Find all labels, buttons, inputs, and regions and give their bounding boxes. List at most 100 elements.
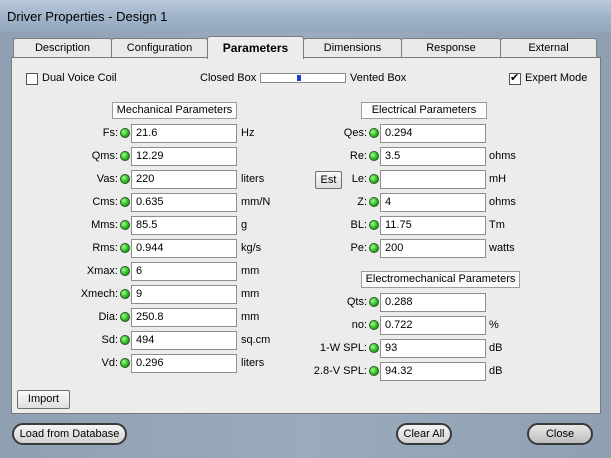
qes-input[interactable]: 0.294 <box>380 124 486 143</box>
z-input[interactable]: 4 <box>380 193 486 212</box>
re-label: Re: <box>349 150 367 162</box>
qms-input[interactable]: 12.29 <box>131 147 237 166</box>
rms-input[interactable]: 0.944 <box>131 239 237 258</box>
box-type-slider-thumb[interactable] <box>297 75 301 81</box>
xmax-unit: mm <box>241 265 260 277</box>
qms-label: Qms: <box>91 150 118 162</box>
tab-dimensions[interactable]: Dimensions <box>303 38 402 57</box>
rms-status-indicator-icon <box>120 243 130 253</box>
dia-label: Dia: <box>98 311 118 323</box>
mms-label: Mms: <box>91 219 118 231</box>
vented-box-label: Vented Box <box>350 72 407 84</box>
2-8-v-spl-status-indicator-icon <box>369 366 379 376</box>
title-bar[interactable]: Driver Properties - Design 1 <box>0 0 611 32</box>
bl-status-indicator-icon <box>369 220 379 230</box>
close-button[interactable]: Close <box>527 423 593 445</box>
bl-unit: Tm <box>489 219 505 231</box>
estimate-le-button[interactable]: Est <box>315 171 342 189</box>
qts-label: Qts: <box>346 296 367 308</box>
no-input[interactable]: 0.722 <box>380 316 486 335</box>
electrical-parameters-header: Electrical Parameters <box>361 102 487 119</box>
vas-input[interactable]: 220 <box>131 170 237 189</box>
vd-input[interactable]: 0.296 <box>131 354 237 373</box>
cms-status-indicator-icon <box>120 197 130 207</box>
xmech-input[interactable]: 9 <box>131 285 237 304</box>
vas-unit: liters <box>241 173 265 185</box>
vd-status-indicator-icon <box>120 358 130 368</box>
tab-description[interactable]: Description <box>13 38 112 57</box>
fs-label: Fs: <box>102 127 118 139</box>
tab-label: Parameters <box>222 41 289 55</box>
re-input[interactable]: 3.5 <box>380 147 486 166</box>
tab-label: External <box>528 42 569 54</box>
xmax-label: Xmax: <box>86 265 118 277</box>
1-w-spl-unit: dB <box>489 342 503 354</box>
dia-unit: mm <box>241 311 260 323</box>
electromechanical-parameters-header: Electromechanical Parameters <box>361 271 520 288</box>
le-input[interactable] <box>380 170 486 189</box>
xmech-unit: mm <box>241 288 260 300</box>
driver-properties-window: Driver Properties - Design 1 Description… <box>0 0 611 458</box>
box-type-slider[interactable] <box>260 73 346 83</box>
cms-input[interactable]: 0.635 <box>131 193 237 212</box>
dia-input[interactable]: 250.8 <box>131 308 237 327</box>
no-label: no: <box>351 319 367 331</box>
mms-status-indicator-icon <box>120 220 130 230</box>
xmech-label: Xmech: <box>80 288 118 300</box>
1-w-spl-status-indicator-icon <box>369 343 379 353</box>
re-status-indicator-icon <box>369 151 379 161</box>
2-8-v-spl-unit: dB <box>489 365 503 377</box>
z-label: Z: <box>357 196 367 208</box>
expert-mode-checkbox[interactable] <box>509 71 521 85</box>
clear-all-button[interactable]: Clear All <box>396 423 452 445</box>
vas-status-indicator-icon <box>120 174 130 184</box>
closed-box-label: Closed Box <box>200 72 257 84</box>
2-8-v-spl-label: 2.8-V SPL: <box>313 365 367 377</box>
tab-label: Response <box>426 42 476 54</box>
xmax-input[interactable]: 6 <box>131 262 237 281</box>
no-status-indicator-icon <box>369 320 379 330</box>
le-unit: mH <box>489 173 507 185</box>
tab-response[interactable]: Response <box>401 38 501 57</box>
pe-unit: watts <box>489 242 515 254</box>
bl-label: BL: <box>350 219 367 231</box>
cms-unit: mm/N <box>241 196 271 208</box>
vd-unit: liters <box>241 357 265 369</box>
sd-input[interactable]: 494 <box>131 331 237 350</box>
qms-status-indicator-icon <box>120 151 130 161</box>
tab-label: Dimensions <box>323 42 382 54</box>
import-button[interactable]: Import <box>17 390 70 409</box>
1-w-spl-label: 1-W SPL: <box>319 342 367 354</box>
z-status-indicator-icon <box>369 197 379 207</box>
load-from-database-button[interactable]: Load from Database <box>12 423 127 445</box>
vas-label: Vas: <box>96 173 118 185</box>
pe-label: Pe: <box>350 242 367 254</box>
qts-input[interactable]: 0.288 <box>380 293 486 312</box>
fs-input[interactable]: 21.6 <box>131 124 237 143</box>
le-status-indicator-icon <box>369 174 379 184</box>
pe-input[interactable]: 200 <box>380 239 486 258</box>
tab-configuration[interactable]: Configuration <box>111 38 208 57</box>
tab-external[interactable]: External <box>500 38 597 57</box>
tab-parameters[interactable]: Parameters <box>207 36 304 59</box>
qes-label: Qes: <box>343 127 367 139</box>
sd-status-indicator-icon <box>120 335 130 345</box>
cms-label: Cms: <box>92 196 118 208</box>
2-8-v-spl-input[interactable]: 94.32 <box>380 362 486 381</box>
mms-unit: g <box>241 219 248 231</box>
z-unit: ohms <box>489 196 516 208</box>
pe-status-indicator-icon <box>369 243 379 253</box>
1-w-spl-input[interactable]: 93 <box>380 339 486 358</box>
dual-voice-coil-label: Dual Voice Coil <box>42 72 117 84</box>
bl-input[interactable]: 11.75 <box>380 216 486 235</box>
mms-input[interactable]: 85.5 <box>131 216 237 235</box>
dual-voice-coil-checkbox[interactable] <box>26 73 38 85</box>
expert-mode-label: Expert Mode <box>525 72 588 84</box>
re-unit: ohms <box>489 150 516 162</box>
fs-unit: Hz <box>241 127 255 139</box>
sd-label: Sd: <box>101 334 118 346</box>
tab-label: Description <box>34 42 91 54</box>
window-title: Driver Properties - Design 1 <box>7 9 168 24</box>
vd-label: Vd: <box>101 357 118 369</box>
qes-status-indicator-icon <box>369 128 379 138</box>
